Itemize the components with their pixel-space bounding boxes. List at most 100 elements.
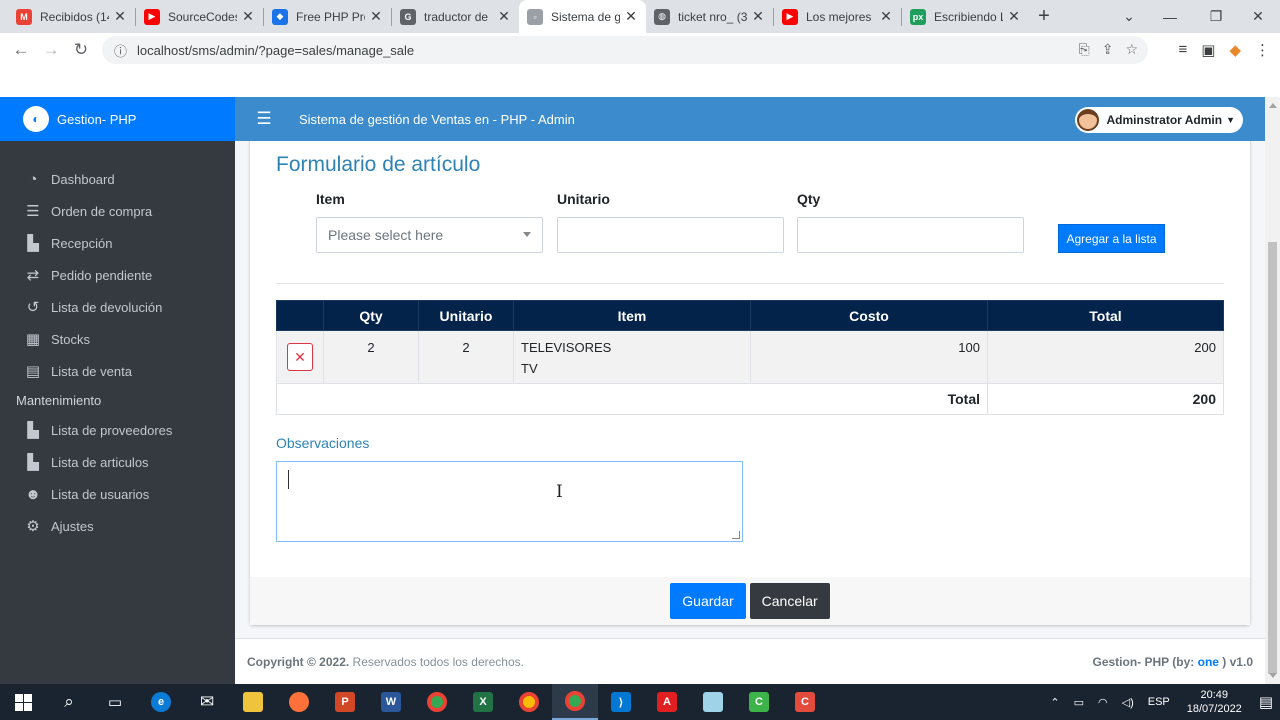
brand-link[interactable]: ◐ Gestion- PHP — [0, 97, 235, 141]
chevron-up-icon[interactable]: ⌃ — [1050, 696, 1059, 709]
browser-tab[interactable]: M Recibidos (14 ✕ — [8, 0, 135, 33]
scroll-up-icon[interactable] — [1269, 103, 1277, 108]
task-view-icon[interactable]: ▭ — [92, 684, 138, 720]
close-tab-icon[interactable]: ✕ — [624, 8, 638, 25]
item-label: Item — [316, 191, 345, 207]
sidebar-item-stocks[interactable]: ▦ Stocks — [0, 323, 235, 355]
cancel-button[interactable]: Cancelar — [749, 583, 830, 619]
share-icon[interactable]: ⇪ — [1102, 41, 1114, 58]
search-icon[interactable]: ⌕ — [46, 684, 92, 720]
sidebar-item-label: Orden de compra — [51, 203, 153, 219]
browser-tab[interactable]: ▶ SourceCodes ✕ — [136, 0, 263, 33]
sidebar-section-header: Mantenimiento — [16, 393, 102, 408]
site-info-icon[interactable]: ⓘ — [114, 41, 127, 60]
sidebar-item-recepción[interactable]: ▙ Recepción — [0, 227, 235, 259]
close-window-button[interactable]: ✕ — [1238, 0, 1278, 33]
remove-item-button[interactable]: ✕ — [287, 343, 313, 371]
chrome-active-icon[interactable] — [552, 684, 598, 720]
url-text: localhost/sms/admin/?page=sales/manage_s… — [137, 42, 415, 58]
browser-tab[interactable]: Gtraductor de ✕ — [392, 0, 519, 33]
file-explorer-icon[interactable] — [230, 684, 276, 720]
save-button[interactable]: Guardar — [670, 583, 746, 619]
copyright-text: Copyright © 2022. Reservados todos los d… — [247, 655, 524, 669]
extension-icon[interactable]: ◆ — [1229, 41, 1241, 59]
close-tab-icon[interactable]: ✕ — [497, 8, 511, 25]
notepad-icon[interactable] — [690, 684, 736, 720]
browser-tab[interactable]: ▶ Los mejores ✕ — [774, 0, 901, 33]
browser-tab[interactable]: ◍ ticket nro_ (3 ✕ — [646, 0, 773, 33]
browser-tab[interactable]: px Escribiendo L ✕ — [902, 0, 1029, 33]
mail-icon[interactable]: ✉ — [184, 684, 230, 720]
sidebar-item-pedido-pendiente[interactable]: ⇄ Pedido pendiente — [0, 259, 235, 291]
observations-textarea[interactable] — [276, 461, 743, 542]
close-tab-icon[interactable]: ✕ — [751, 8, 765, 25]
forward-icon[interactable]: → — [36, 35, 66, 65]
user-menu[interactable]: Adminstrator Admin ▼ — [1074, 107, 1243, 133]
close-tab-icon[interactable]: ✕ — [1007, 8, 1021, 25]
scroll-down-icon[interactable] — [1269, 673, 1277, 678]
sidebar-item-ajustes[interactable]: ⚙ Ajustes — [0, 510, 235, 542]
url-field[interactable]: ⓘ localhost/sms/admin/?page=sales/manage… — [102, 36, 1148, 64]
sidebar-item-orden-de-compra[interactable]: ☰ Orden de compra — [0, 195, 235, 227]
reading-list-icon[interactable]: ≡ — [1179, 41, 1188, 59]
chrome-profile-icon[interactable] — [506, 684, 552, 720]
tab-search-icon[interactable]: ⌄ — [1109, 0, 1149, 33]
windows-start-icon[interactable] — [0, 684, 46, 720]
camtasia-icon[interactable]: C — [736, 684, 782, 720]
firefox-icon[interactable] — [276, 684, 322, 720]
sidepanel-icon[interactable]: ▣ — [1201, 41, 1215, 59]
codeigniter-icon[interactable]: C — [782, 684, 828, 720]
item-select[interactable]: Please select here — [316, 217, 543, 253]
resize-grip[interactable] — [732, 531, 740, 539]
tab-title: ticket nro_ (3 — [678, 9, 747, 24]
notifications-icon[interactable]: ▤ — [1259, 693, 1273, 711]
close-tab-icon[interactable]: ✕ — [241, 8, 255, 25]
translate-icon[interactable]: ⎘ — [1079, 41, 1090, 58]
bookmark-star-icon[interactable]: ☆ — [1125, 41, 1138, 58]
qty-input[interactable] — [797, 217, 1024, 253]
browser-tab[interactable]: ▫ Sistema de g ✕ — [519, 0, 646, 33]
page-scrollbar[interactable] — [1265, 97, 1280, 684]
back-icon[interactable]: ← — [6, 35, 36, 65]
volume-icon[interactable]: ◁) — [1122, 696, 1134, 709]
sidebar-item-lista-de-usuarios[interactable]: ☻ Lista de usuarios — [0, 478, 235, 510]
minimize-button[interactable]: — — [1150, 0, 1190, 33]
sidebar-item-lista-de-venta[interactable]: ▤ Lista de venta — [0, 355, 235, 387]
new-tab-button[interactable]: + — [1029, 0, 1059, 33]
credit-link[interactable]: one — [1198, 655, 1219, 669]
browser-menu-icon[interactable]: ⋮ — [1255, 41, 1270, 59]
language-indicator[interactable]: ESP — [1148, 696, 1170, 708]
avatar — [1076, 109, 1099, 131]
vscode-icon[interactable]: ⟩ — [598, 684, 644, 720]
battery-icon[interactable]: ▭ — [1074, 696, 1084, 709]
col-header-unit: Unitario — [418, 300, 514, 331]
chrome-icon[interactable] — [414, 684, 460, 720]
row-qty: 2 — [323, 330, 419, 384]
close-tab-icon[interactable]: ✕ — [113, 8, 127, 25]
sidebar-item-lista-de-proveedores[interactable]: ▙ Lista de proveedores — [0, 414, 235, 446]
excel-icon[interactable]: X — [460, 684, 506, 720]
edge-icon[interactable]: e — [138, 684, 184, 720]
scrollbar-thumb[interactable] — [1268, 242, 1277, 674]
table-row: ✕ 2 2 TELEVISORES TV 100 200 — [276, 330, 1224, 384]
word-icon[interactable]: W — [368, 684, 414, 720]
maximize-button[interactable]: ❐ — [1196, 0, 1236, 33]
reload-icon[interactable]: ↻ — [66, 35, 96, 65]
sidebar-item-lista-de-articulos[interactable]: ▙ Lista de articulos — [0, 446, 235, 478]
add-to-list-button[interactable]: Agregar a la lista — [1058, 224, 1165, 253]
browser-tab[interactable]: ◆ Free PHP Pro ✕ — [264, 0, 391, 33]
sidebar-item-dashboard[interactable]: ◔ Dashboard — [0, 163, 235, 195]
brand-logo-icon: ◐ — [23, 106, 49, 132]
acrobat-icon[interactable]: A — [644, 684, 690, 720]
sidebar-item-label: Recepción — [51, 235, 113, 251]
unit-price-input[interactable] — [557, 217, 784, 253]
close-tab-icon[interactable]: ✕ — [369, 8, 383, 25]
wifi-icon[interactable]: ◠ — [1098, 696, 1108, 709]
tab-title: Los mejores — [806, 9, 872, 24]
credit-suffix: ) v1.0 — [1218, 654, 1253, 669]
powerpoint-icon[interactable]: P — [322, 684, 368, 720]
close-tab-icon[interactable]: ✕ — [879, 8, 893, 25]
clock[interactable]: 20:49 18/07/2022 — [1187, 688, 1242, 716]
sidebar-item-lista-de-devolución[interactable]: ↺ Lista de devolución — [0, 291, 235, 323]
hamburger-menu-icon[interactable]: ☰ — [235, 109, 293, 129]
